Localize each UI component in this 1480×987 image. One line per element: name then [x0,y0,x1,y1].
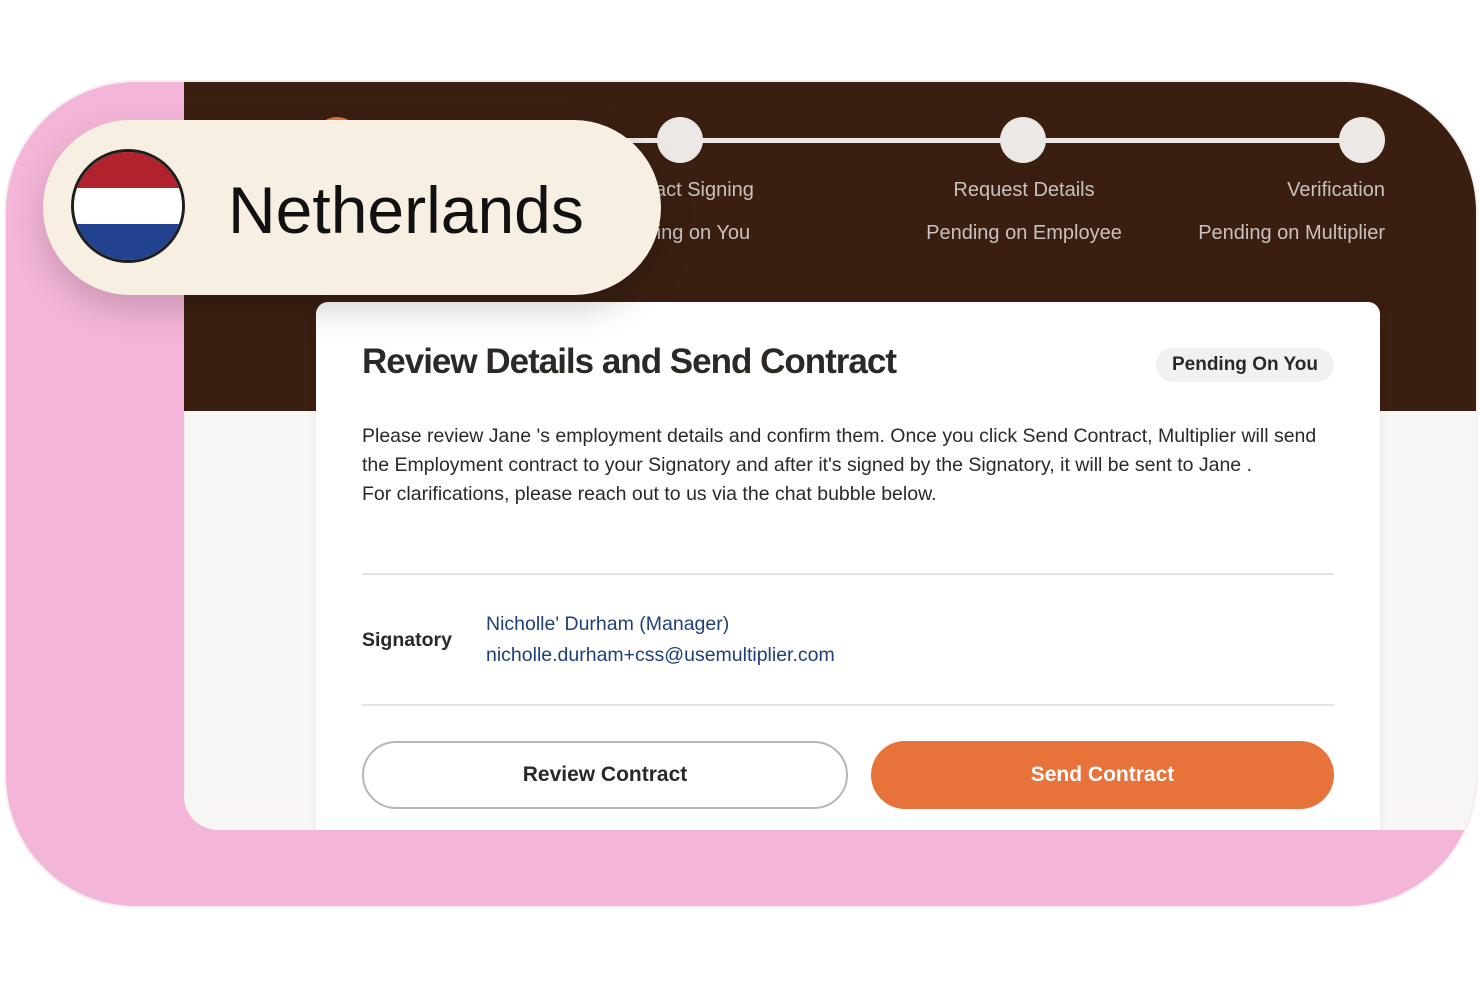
divider-top [362,573,1334,575]
step-dot-contract-signing [657,117,703,163]
signatory-email: nicholle.durham+css@usemultiplier.com [486,644,835,666]
card-description: Please review Jane 's employment details… [362,422,1334,509]
review-contract-card: Review Details and Send Contract Pending… [316,302,1380,830]
step-title-verification: Verification [1287,179,1385,201]
divider-bottom [362,704,1334,706]
country-pill: Netherlands [43,120,661,295]
send-contract-button[interactable]: Send Contract [871,741,1334,809]
step-dot-verification [1339,117,1385,163]
flag-white-band [74,188,182,224]
description-paragraph: Please review Jane 's employment details… [362,425,1317,476]
card-title: Review Details and Send Contract [362,342,897,381]
signatory-name: Nicholle' Durham (Manager) [486,613,730,635]
country-name: Netherlands [228,173,584,247]
status-badge: Pending On You [1155,348,1334,382]
flag-red-band [74,152,182,188]
netherlands-flag-icon [71,149,185,263]
step-title-request-details: Request Details [953,179,1095,201]
signatory-label: Signatory [362,629,452,651]
step-status-verification: Pending on Multiplier [1198,222,1385,244]
clarification-paragraph: For clarifications, please reach out to … [362,483,937,505]
step-dot-request-details [1000,117,1046,163]
step-status-request-details: Pending on Employee [926,222,1122,244]
review-contract-button[interactable]: Review Contract [362,741,848,809]
stage: Contract Signing Pending on You Request … [0,0,1480,987]
flag-blue-band [74,224,182,260]
